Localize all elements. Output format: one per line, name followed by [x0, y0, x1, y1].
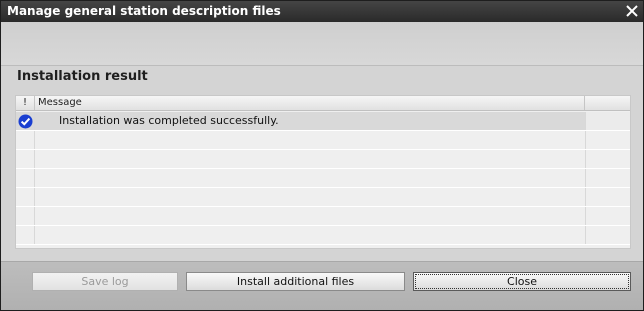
- message-text: Installation was completed successfully.: [59, 114, 279, 127]
- status-cell: [16, 207, 35, 225]
- extra-cell: [585, 112, 630, 130]
- status-cell: [16, 112, 35, 130]
- dialog-window: Manage general station description files…: [0, 0, 644, 311]
- success-check-icon: [18, 114, 33, 129]
- status-cell: [16, 150, 35, 168]
- table-row[interactable]: [16, 188, 630, 207]
- table-row[interactable]: [16, 226, 630, 245]
- extra-cell: [585, 150, 630, 168]
- column-header-status[interactable]: !: [16, 96, 35, 110]
- section-title: Installation result: [17, 69, 148, 84]
- status-cell: [16, 169, 35, 187]
- table-row[interactable]: [16, 169, 630, 188]
- status-cell: [16, 226, 35, 244]
- extra-cell: [585, 207, 630, 225]
- extra-cell: [585, 226, 630, 244]
- extra-cell: [585, 188, 630, 206]
- table-row[interactable]: [16, 131, 630, 150]
- window-title: Manage general station description files: [7, 4, 281, 18]
- header-band: [1, 22, 643, 66]
- table-row[interactable]: [16, 150, 630, 169]
- extra-cell: [585, 131, 630, 149]
- title-bar[interactable]: Manage general station description files: [1, 1, 643, 22]
- install-additional-files-button[interactable]: Install additional files: [186, 272, 405, 291]
- close-button[interactable]: Close: [413, 272, 631, 291]
- status-cell: [16, 131, 35, 149]
- close-icon[interactable]: [623, 2, 641, 20]
- column-header-message[interactable]: Message: [35, 96, 585, 110]
- button-bar: Save log Install additional files Close: [1, 261, 643, 310]
- results-table: ! Message Installation was completed suc…: [15, 95, 631, 249]
- save-log-button[interactable]: Save log: [32, 272, 178, 291]
- table-row[interactable]: Installation was completed successfully.: [16, 112, 630, 131]
- extra-cell: [585, 169, 630, 187]
- status-cell: [16, 188, 35, 206]
- table-row[interactable]: [16, 207, 630, 226]
- table-header: ! Message: [16, 96, 630, 111]
